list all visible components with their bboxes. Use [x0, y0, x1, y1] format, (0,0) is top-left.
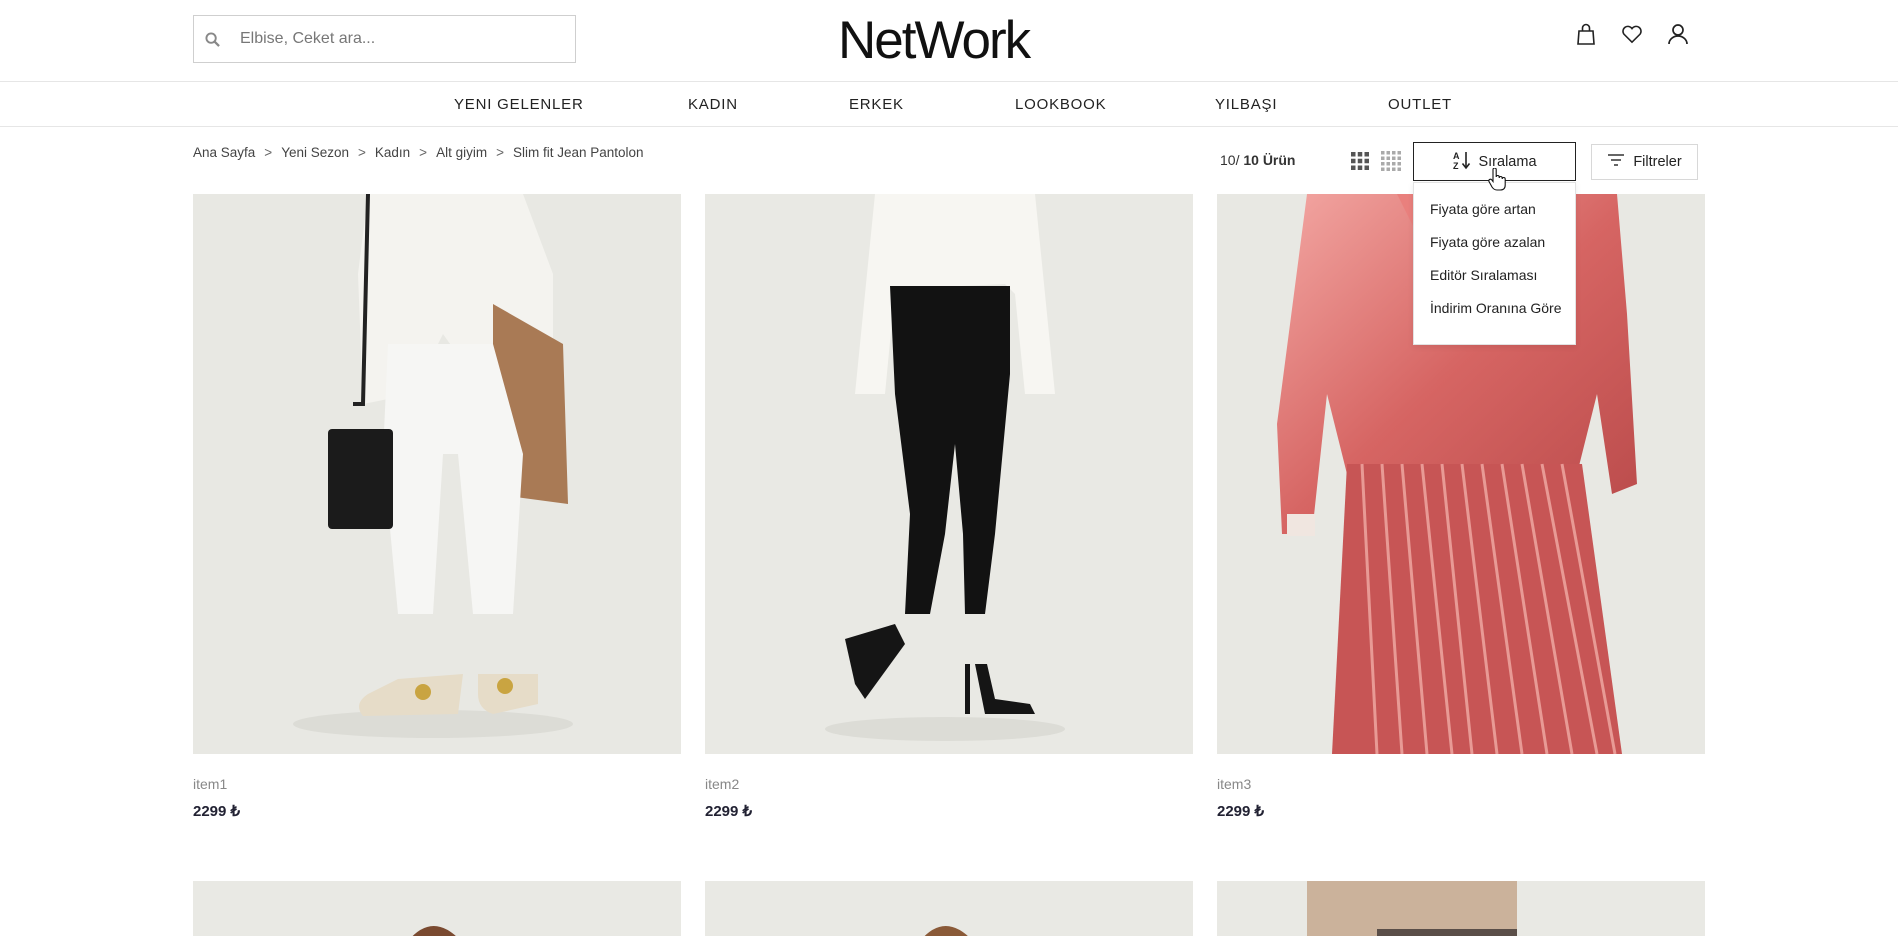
svg-text:A: A	[1453, 151, 1460, 161]
svg-text:Z: Z	[1453, 161, 1459, 170]
nav-item-kadin[interactable]: KADIN	[688, 96, 738, 113]
heart-icon[interactable]	[1620, 22, 1644, 46]
breadcrumb-separator: >	[419, 145, 428, 160]
hand-cursor-icon	[1488, 167, 1506, 197]
product-count-total: 10 Ürün	[1243, 152, 1296, 168]
main-nav: YENI GELENLER KADIN ERKEK LOOKBOOK YILBA…	[0, 83, 1898, 127]
product-image[interactable]	[1217, 881, 1705, 936]
breadcrumb-item[interactable]: Kadın	[375, 145, 410, 160]
filter-button[interactable]: Filtreler	[1591, 144, 1698, 180]
nav-item-outlet[interactable]: OUTLET	[1388, 96, 1452, 113]
search-icon[interactable]	[204, 31, 220, 47]
user-icon[interactable]	[1666, 22, 1690, 46]
breadcrumb-current: Slim fit Jean Pantolon	[512, 145, 644, 160]
breadcrumb-item[interactable]: Yeni Sezon	[281, 145, 349, 160]
product-image[interactable]	[705, 194, 1193, 754]
bag-icon[interactable]	[1574, 22, 1598, 46]
product-count: 10/ 10 Ürün	[1220, 152, 1295, 168]
sort-option-price-desc[interactable]: Fiyata göre azalan	[1414, 226, 1575, 259]
site-logo[interactable]: NetWork	[838, 10, 1031, 71]
product-image[interactable]	[193, 194, 681, 754]
sort-option-discount[interactable]: İndirim Oranına Göre	[1414, 292, 1575, 325]
product-image[interactable]	[705, 881, 1193, 936]
sort-option-price-asc[interactable]: Fiyata göre artan	[1414, 193, 1575, 226]
site-header: NetWork	[0, 0, 1898, 82]
search-input[interactable]	[240, 30, 540, 48]
breadcrumb-separator: >	[358, 145, 366, 160]
breadcrumb-separator: >	[264, 145, 273, 160]
product-name[interactable]: item3	[1217, 776, 1251, 792]
breadcrumb: Ana Sayfa > Yeni Sezon > Kadın > Alt giy…	[193, 145, 644, 160]
breadcrumb-item[interactable]: Alt giyim	[436, 145, 487, 160]
product-image[interactable]	[193, 881, 681, 936]
breadcrumb-item[interactable]: Ana Sayfa	[193, 145, 255, 160]
product-price: 2299 ₺	[193, 803, 241, 820]
product-price: 2299 ₺	[1217, 803, 1265, 820]
product-price: 2299 ₺	[705, 803, 753, 820]
filter-label: Filtreler	[1633, 154, 1682, 170]
header-icons	[1574, 22, 1690, 46]
product-name[interactable]: item1	[193, 776, 227, 792]
nav-item-lookbook[interactable]: LOOKBOOK	[1015, 96, 1106, 113]
filter-icon	[1607, 153, 1625, 171]
product-count-prefix: 10/	[1220, 152, 1240, 168]
product-name[interactable]: item2	[705, 776, 739, 792]
breadcrumb-separator: >	[496, 145, 504, 160]
grid-4-icon[interactable]	[1380, 150, 1402, 172]
sort-option-editor[interactable]: Editör Sıralaması	[1414, 259, 1575, 292]
sort-dropdown: Fiyata göre artan Fiyata göre azalan Edi…	[1413, 182, 1576, 345]
nav-item-erkek[interactable]: ERKEK	[849, 96, 904, 113]
sort-az-icon: A Z	[1452, 150, 1472, 174]
grid-3-icon[interactable]	[1349, 150, 1371, 172]
nav-item-yilbasi[interactable]: YILBAŞI	[1215, 96, 1277, 113]
nav-item-yeni-gelenler[interactable]: YENI GELENLER	[454, 96, 584, 113]
search-box[interactable]	[193, 15, 576, 63]
